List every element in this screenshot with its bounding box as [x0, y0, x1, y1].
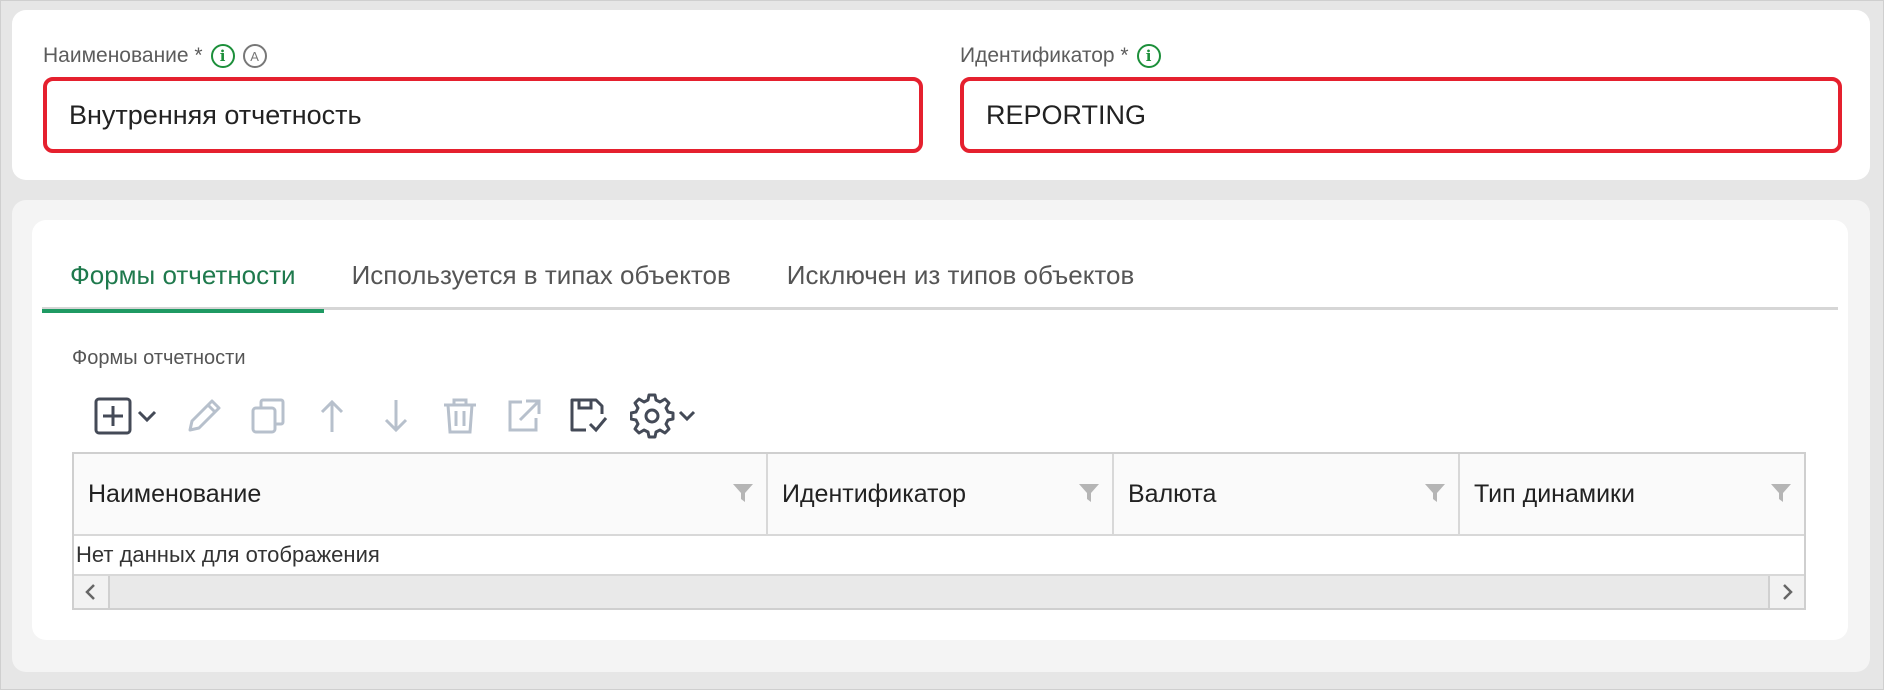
id-field-label: Идентификатор *: [960, 44, 1129, 67]
name-input-value: Внутренняя отчетность: [69, 99, 362, 130]
edit-button[interactable]: [182, 390, 226, 442]
info-icon[interactable]: i: [210, 44, 235, 68]
add-icon: [94, 397, 157, 435]
horizontal-scrollbar[interactable]: [74, 576, 1804, 608]
identifier-input-value: REPORTING: [986, 99, 1147, 130]
settings-icon: [630, 393, 696, 439]
name-field-label-group: Наименование * i A: [43, 44, 267, 68]
info-icon[interactable]: i: [1136, 44, 1161, 68]
move-up-button[interactable]: [310, 390, 354, 442]
report-forms-grid: Наименование Идентификатор Валюта Тип ди…: [72, 452, 1806, 610]
column-header-label: Наименование: [88, 479, 262, 508]
empty-state-text: Нет данных для отображения: [76, 542, 380, 567]
scroll-right-button[interactable]: [1768, 576, 1804, 608]
grid-toolbar: [92, 390, 720, 442]
column-header-label: Валюта: [1128, 479, 1217, 508]
move-up-icon: [320, 399, 344, 432]
scroll-left-button[interactable]: [74, 576, 110, 608]
name-input[interactable]: Внутренняя отчетность: [43, 77, 923, 153]
chevron-right-icon: [1783, 584, 1793, 600]
tab-used-in-object-types[interactable]: Используется в типах объектов: [324, 240, 759, 310]
tab-label: Используется в типах объектов: [351, 259, 731, 290]
filter-icon[interactable]: [1770, 482, 1792, 504]
copy-button[interactable]: [246, 390, 290, 442]
settings-button[interactable]: [630, 390, 700, 442]
grid-header: Наименование Идентификатор Валюта Тип ди…: [74, 454, 1804, 536]
edit-icon: [188, 399, 221, 432]
id-field-label-group: Идентификатор * i: [960, 44, 1161, 68]
open-external-button[interactable]: [502, 390, 546, 442]
tab-bar: Формы отчетности Используется в типах об…: [42, 240, 1838, 313]
section-title: Формы отчетности: [72, 347, 246, 369]
delete-button[interactable]: [438, 390, 482, 442]
move-down-icon: [384, 400, 408, 433]
column-header-dynamics-type[interactable]: Тип динамики: [1460, 454, 1804, 534]
column-header-label: Идентификатор: [782, 479, 967, 508]
delete-icon: [444, 398, 476, 434]
chevron-left-icon: [85, 584, 95, 600]
filter-icon[interactable]: [732, 482, 754, 504]
tab-label: Формы отчетности: [70, 259, 296, 290]
column-header-label: Тип динамики: [1474, 479, 1635, 508]
column-header-identifier[interactable]: Идентификатор: [768, 454, 1114, 534]
filter-icon[interactable]: [1078, 482, 1100, 504]
save-button[interactable]: [566, 390, 610, 442]
tab-excluded-from-object-types[interactable]: Исключен из типов объектов: [759, 240, 1162, 310]
add-button[interactable]: [92, 390, 164, 442]
identifier-input[interactable]: REPORTING: [960, 77, 1842, 153]
name-field-label: Наименование *: [43, 44, 203, 67]
move-down-button[interactable]: [374, 390, 418, 442]
column-header-currency[interactable]: Валюта: [1114, 454, 1460, 534]
open-external-icon: [508, 399, 541, 432]
tab-label: Исключен из типов объектов: [786, 259, 1135, 290]
column-header-name[interactable]: Наименование: [74, 454, 768, 534]
tab-report-forms[interactable]: Формы отчетности: [42, 240, 324, 313]
filter-icon[interactable]: [1424, 482, 1446, 504]
copy-icon: [251, 398, 285, 434]
empty-state-row: Нет данных для отображения: [74, 536, 1804, 576]
save-icon: [570, 398, 608, 433]
auto-translate-icon[interactable]: A: [242, 44, 267, 68]
